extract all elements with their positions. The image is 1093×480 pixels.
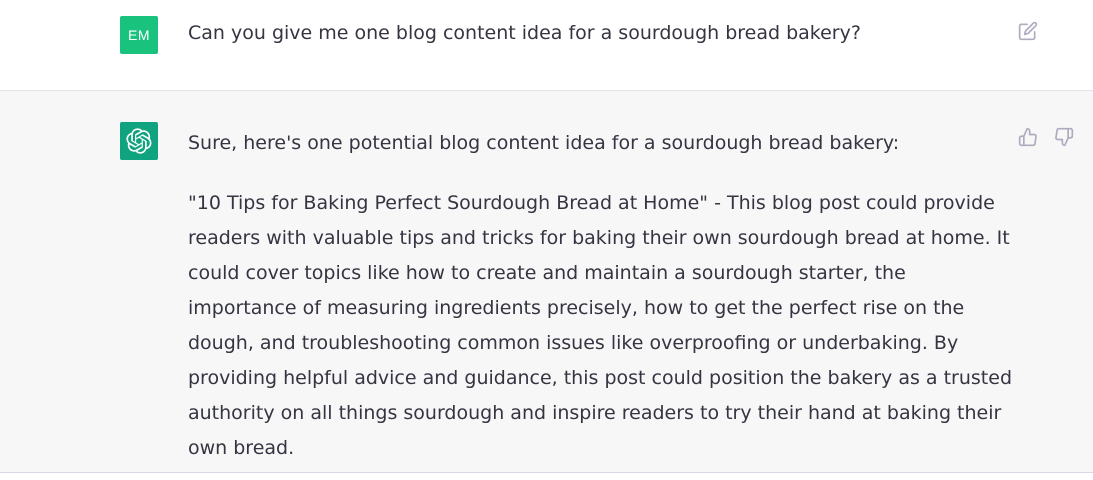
assistant-paragraph: "10 Tips for Baking Perfect Sourdough Br…: [188, 192, 1013, 459]
assistant-avatar: [120, 122, 158, 160]
assistant-message-row: Sure, here's one potential blog content …: [0, 91, 1093, 473]
user-avatar: EM: [120, 16, 158, 54]
assistant-message-text: Sure, here's one potential blog content …: [188, 126, 1018, 466]
user-message-text: Can you give me one blog content idea fo…: [188, 22, 861, 44]
assistant-paragraph: Sure, here's one potential blog content …: [188, 132, 900, 154]
thumbs-down-icon[interactable]: [1052, 125, 1076, 149]
edit-icon[interactable]: [1016, 19, 1040, 43]
thumbs-up-icon[interactable]: [1016, 125, 1040, 149]
user-message-row: EM Can you give me one blog content idea…: [0, 0, 1093, 91]
openai-logo-icon: [126, 128, 152, 154]
